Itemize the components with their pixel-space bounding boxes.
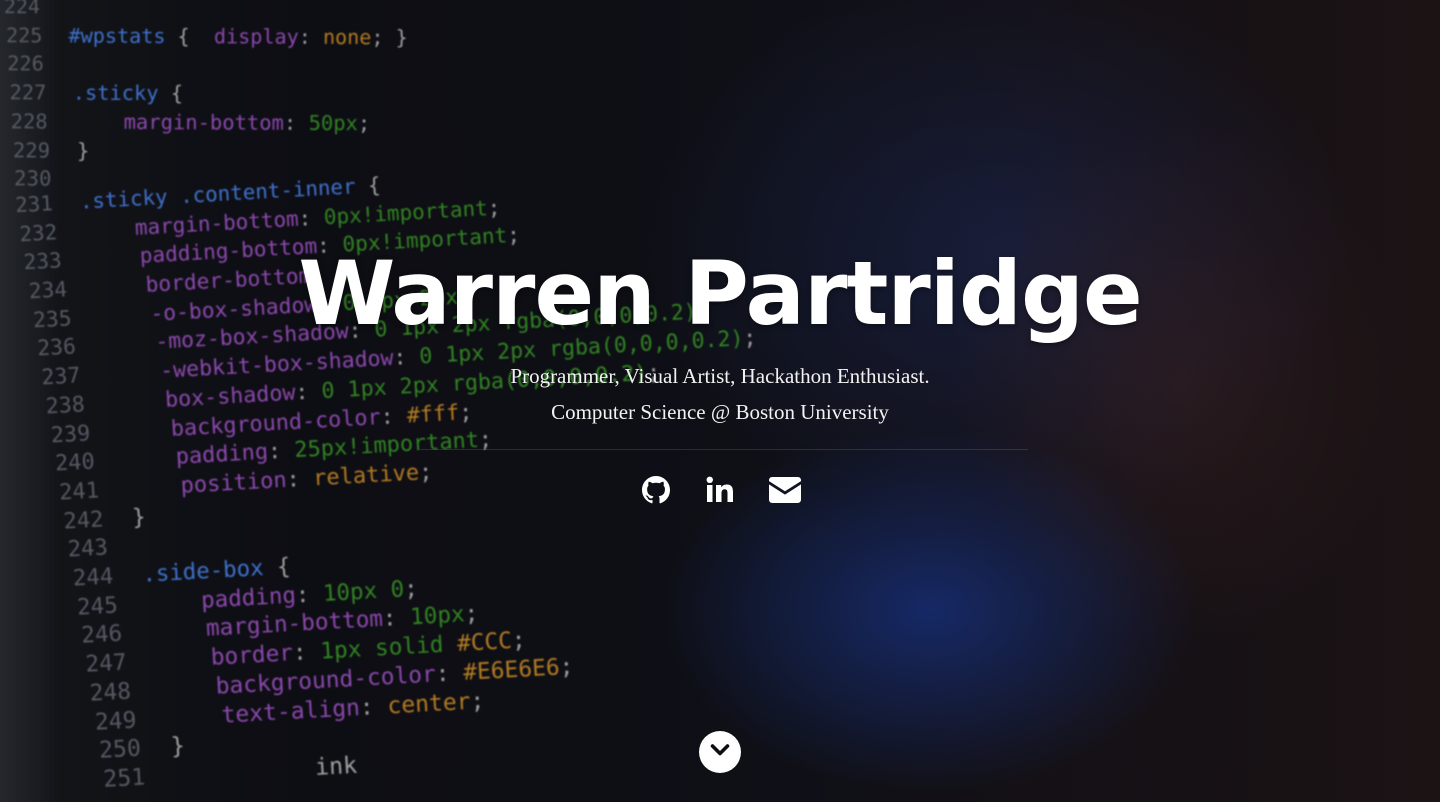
hero-section: 224 225 #wpstats { display: none; } 226 227.… — [0, 0, 1440, 802]
email-link[interactable] — [765, 470, 805, 510]
scroll-down-button[interactable] — [699, 731, 741, 773]
linkedin-link[interactable] — [700, 470, 740, 510]
hero-content: Warren Partridge Programmer, Visual Arti… — [0, 0, 1440, 802]
envelope-icon — [769, 477, 801, 503]
page-title: Warren Partridge — [298, 242, 1142, 345]
chevron-down-icon — [710, 743, 730, 762]
linkedin-icon — [706, 476, 734, 504]
github-link[interactable] — [636, 470, 676, 510]
tagline: Programmer, Visual Artist, Hackathon Ent… — [510, 364, 930, 388]
divider — [420, 449, 1028, 450]
github-icon — [642, 476, 670, 504]
education-line: Computer Science @ Boston University — [551, 400, 889, 424]
